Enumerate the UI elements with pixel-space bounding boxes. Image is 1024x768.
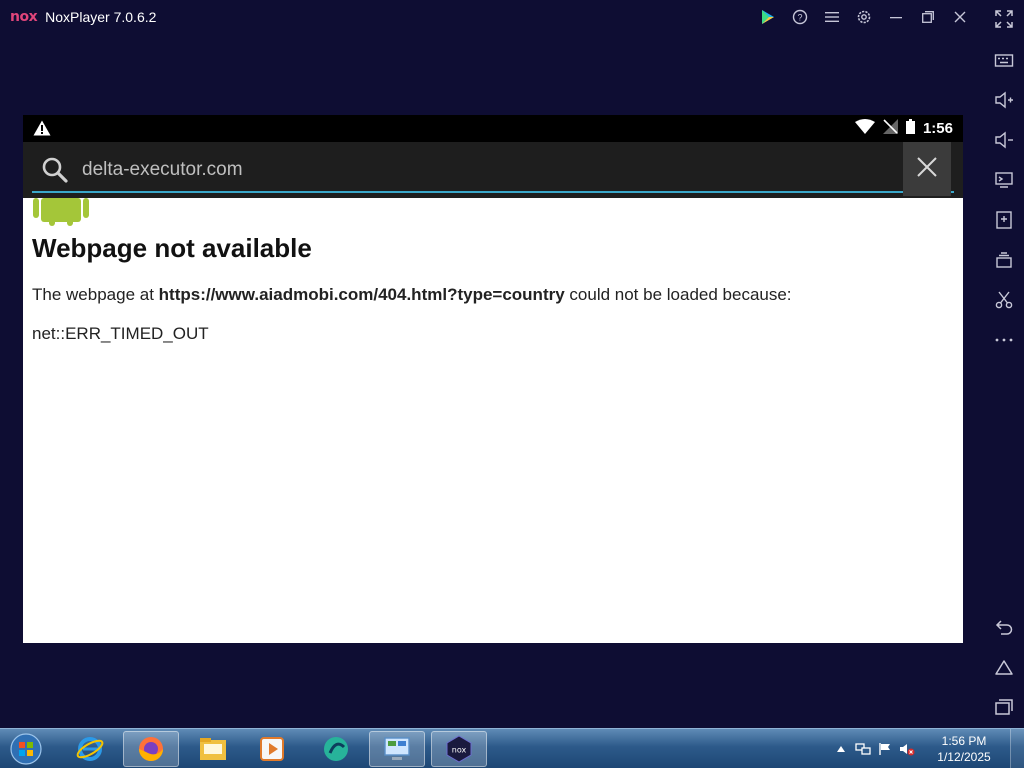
android-robot-icon (33, 198, 89, 231)
multi-instance-icon[interactable] (984, 245, 1024, 275)
minimize-icon[interactable] (880, 0, 912, 34)
fullscreen-icon[interactable] (984, 4, 1024, 34)
volume-muted-icon[interactable] (896, 738, 918, 760)
noxplayer-window: nox NoxPlayer 7.0.6.2 ? 1:56 delta-execu… (0, 0, 1024, 768)
clear-icon (917, 156, 937, 182)
right-toolbar (984, 0, 1024, 728)
media-player-icon[interactable] (244, 731, 300, 767)
error-title: Webpage not available (32, 233, 312, 263)
system-tray: 1:56 PM 1/12/2025 (830, 729, 1024, 768)
error-prefix: The webpage at (32, 285, 159, 304)
error-code: net::ERR_TIMED_OUT (32, 324, 209, 343)
restore-icon[interactable] (912, 0, 944, 34)
back-icon[interactable] (984, 612, 1024, 642)
search-underline (32, 191, 954, 193)
no-signal-icon (882, 118, 898, 139)
android-screen[interactable]: 1:56 delta-executor.com Webpage not avai… (23, 115, 963, 643)
play-store-icon[interactable] (752, 0, 784, 34)
search-icon (41, 156, 69, 189)
android-status-bar: 1:56 (23, 115, 963, 142)
svg-text:?: ? (797, 13, 802, 23)
control-panel-icon[interactable] (369, 731, 425, 767)
scissors-icon[interactable] (984, 285, 1024, 315)
error-url: https://www.aiadmobi.com/404.html?type=c… (158, 285, 565, 304)
error-suffix: could not be loaded because: (564, 285, 792, 304)
add-apk-icon[interactable] (984, 205, 1024, 235)
network-icon[interactable] (852, 738, 874, 760)
status-icons: 1:56 (854, 115, 953, 142)
firefox-icon[interactable] (123, 731, 179, 767)
wifi-icon (854, 118, 875, 139)
recent-apps-icon[interactable] (984, 692, 1024, 722)
screen-icon[interactable] (984, 165, 1024, 195)
window-title: NoxPlayer 7.0.6.2 (45, 9, 157, 25)
more-icon[interactable] (984, 325, 1024, 355)
search-input[interactable]: delta-executor.com (82, 159, 243, 181)
volume-down-icon[interactable] (984, 125, 1024, 155)
home-icon[interactable] (984, 652, 1024, 682)
volume-up-icon[interactable] (984, 85, 1024, 115)
android-clock: 1:56 (922, 120, 953, 137)
error-page: Webpage not available The webpage at htt… (23, 198, 963, 643)
taskbar-date: 1/12/2025 (937, 750, 991, 764)
show-desktop-button[interactable] (1010, 729, 1024, 768)
title-actions: ? (752, 0, 976, 34)
close-icon[interactable] (944, 0, 976, 34)
start-button[interactable] (6, 730, 46, 768)
file-explorer-icon[interactable] (185, 731, 241, 767)
windows-taskbar: nox 1:56 PM 1/12/2025 (0, 728, 1024, 768)
help-icon[interactable]: ? (784, 0, 816, 34)
taskbar-time: 1:56 PM (941, 734, 987, 748)
taskbar-clock[interactable]: 1:56 PM 1/12/2025 (918, 733, 1010, 765)
menu-icon[interactable] (816, 0, 848, 34)
warning-icon (33, 120, 51, 141)
title-bar: nox NoxPlayer 7.0.6.2 ? (0, 0, 984, 34)
settings-icon[interactable] (848, 0, 880, 34)
internet-explorer-icon[interactable] (62, 731, 118, 767)
noxplayer-taskbar-icon[interactable]: nox (431, 731, 487, 767)
keyboard-icon[interactable] (984, 45, 1024, 75)
clear-search-button[interactable] (903, 142, 951, 196)
nox-logo: nox (10, 9, 38, 25)
action-center-flag-icon[interactable] (874, 738, 896, 760)
error-description: The webpage at https://www.aiadmobi.com/… (32, 285, 792, 305)
green-app-icon[interactable] (308, 731, 364, 767)
svg-text:nox: nox (452, 746, 467, 755)
browser-search-bar: delta-executor.com (23, 142, 963, 198)
battery-icon (905, 118, 915, 139)
show-hidden-icons-icon[interactable] (830, 738, 852, 760)
